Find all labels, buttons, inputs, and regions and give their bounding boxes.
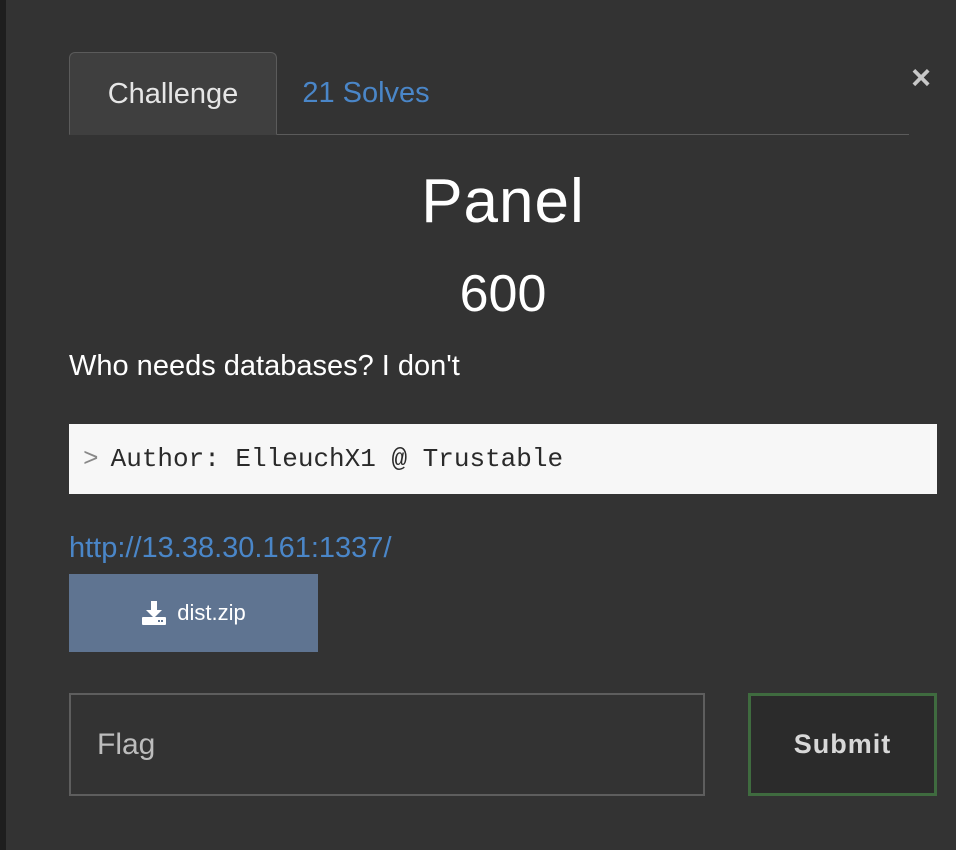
challenge-url-link[interactable]: http://13.38.30.161:1337/ <box>69 532 392 565</box>
submit-button[interactable]: Submit <box>748 693 937 796</box>
download-button[interactable]: dist.zip <box>69 574 318 652</box>
tab-bar: Challenge 21 Solves <box>69 52 909 135</box>
challenge-points: 600 <box>459 265 547 323</box>
download-label: dist.zip <box>177 600 246 625</box>
download-icon <box>142 601 167 625</box>
challenge-description: Who needs databases? I don't <box>69 350 460 382</box>
blockquote-marker: > <box>83 444 99 474</box>
challenge-title: Panel <box>421 167 585 236</box>
close-icon[interactable]: × <box>904 61 938 96</box>
author-text: Author: ElleuchX1 @ Trustable <box>110 444 564 474</box>
tab-challenge[interactable]: Challenge <box>69 52 277 135</box>
tab-solves[interactable]: 21 Solves <box>291 52 441 134</box>
flag-input[interactable] <box>69 693 705 796</box>
author-blockquote: > Author: ElleuchX1 @ Trustable <box>69 424 937 494</box>
